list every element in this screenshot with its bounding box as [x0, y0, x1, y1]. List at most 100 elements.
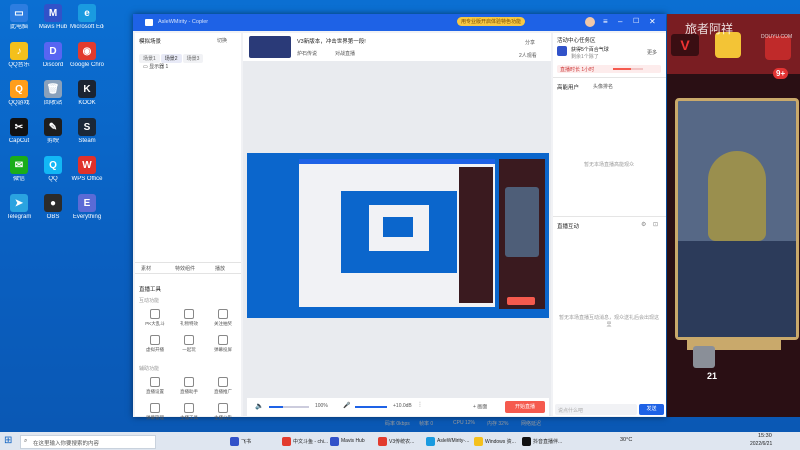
- close-icon[interactable]: ✕: [649, 17, 656, 26]
- tool-button[interactable]: 一起玩: [177, 335, 201, 353]
- desktop-icon[interactable]: ▭ 此电脑: [2, 4, 36, 31]
- desktop-icon-label: QQ: [48, 176, 58, 182]
- stream-title[interactable]: V3新版本，冲击世界第一段!: [297, 37, 366, 45]
- taskbar-app[interactable]: 中文斗鱼 - chi...: [282, 434, 328, 448]
- scene-item[interactable]: ▭ 显示器 1: [143, 63, 168, 70]
- tool-button[interactable]: 弹幕管理: [143, 403, 167, 421]
- tool-button[interactable]: PK大乱斗: [143, 309, 167, 327]
- desktop-icon[interactable]: S Steam: [70, 118, 104, 145]
- online-title: 高能用户: [557, 85, 580, 91]
- desktop-icon[interactable]: M Mavis Hub: [36, 4, 70, 31]
- desktop-icon[interactable]: 🗑 回收站: [36, 80, 70, 107]
- effects-button[interactable]: 特效组件: [175, 265, 195, 272]
- settings-icon[interactable]: ⚙: [641, 221, 646, 228]
- tool-button[interactable]: 弹幕投屏: [211, 335, 235, 353]
- desktop-icon[interactable]: ● OBS: [36, 194, 70, 221]
- tool-button[interactable]: 直播设置: [143, 377, 167, 395]
- app-icon: E: [78, 194, 96, 212]
- desktop-icon[interactable]: ✉ 微信: [2, 156, 36, 183]
- category-label[interactable]: 炉石传说: [297, 50, 317, 57]
- switch-button[interactable]: 切换: [217, 37, 227, 44]
- notification-badge: 9+: [773, 68, 789, 79]
- title-bar[interactable]: AsleWMirity - Copler 用专业版开启体验特色功能 ≡ – ☐ …: [133, 14, 666, 31]
- desktop-icon[interactable]: e Microsoft Edge: [70, 4, 104, 31]
- stream-cover[interactable]: [249, 36, 291, 58]
- menu-icon[interactable]: ≡: [603, 17, 608, 26]
- tool-button[interactable]: 主播工具: [177, 403, 201, 421]
- tool-icon: [218, 403, 228, 413]
- desktop-icon[interactable]: Q QQ: [36, 156, 70, 183]
- taskbar-app[interactable]: 抖音直播伴...: [522, 434, 562, 448]
- desktop-icon[interactable]: D Discord: [36, 42, 70, 69]
- desktop-icon[interactable]: K KOOK: [70, 80, 104, 107]
- tool-button[interactable]: 直播推广: [211, 377, 235, 395]
- room-label[interactable]: 对战直播: [335, 50, 355, 57]
- tool-button[interactable]: 虚拟开播: [143, 335, 167, 353]
- maximize-icon[interactable]: ☐: [633, 17, 639, 25]
- temperature[interactable]: 30°C: [620, 437, 632, 443]
- tab-scene-1[interactable]: 场景1: [139, 54, 160, 63]
- desktop-icon[interactable]: ✎ 剪映: [36, 118, 70, 145]
- online-tab[interactable]: 头像排名: [593, 83, 613, 90]
- tool-icon: [150, 377, 160, 387]
- interact-placeholder: 暂无本场直播互动消息，观众送礼后会出现这里: [559, 315, 660, 328]
- expand-icon[interactable]: ⊡: [653, 221, 658, 228]
- app-logo-icon: [145, 19, 153, 26]
- chat-input[interactable]: 说点什么吧: [555, 404, 637, 415]
- desktop-icon[interactable]: ♪ QQ音乐: [2, 42, 36, 69]
- tool-button[interactable]: 关注抽奖: [211, 309, 235, 327]
- stat-item: 码率 0kbps: [385, 421, 410, 427]
- desktop-icon[interactable]: ✂ CapCut: [2, 118, 36, 145]
- pro-notice[interactable]: 用专业版开启体验特色功能: [457, 17, 526, 26]
- taskbar-app[interactable]: Mavis Hub: [330, 434, 365, 448]
- start-live-button[interactable]: 开始直播: [505, 401, 545, 413]
- app-icon: M: [44, 4, 62, 22]
- mic-icon[interactable]: 🎤: [343, 402, 350, 409]
- desktop-icon[interactable]: E Everything: [70, 194, 104, 221]
- app-icon: 🗑: [44, 80, 62, 98]
- play-button[interactable]: 播放: [215, 265, 225, 272]
- taskbar-app[interactable]: 飞书: [230, 434, 251, 448]
- tab-scene-3[interactable]: 场景3: [182, 54, 204, 63]
- minimize-icon[interactable]: –: [618, 17, 622, 26]
- tool-label: 直播设置: [146, 389, 164, 394]
- app-icon: D: [44, 42, 62, 60]
- taskbar-app[interactable]: V3传统农...: [378, 434, 414, 448]
- taskbar-app[interactable]: Windows 资...: [474, 434, 516, 448]
- equalizer-icon[interactable]: ⫶: [419, 402, 421, 410]
- activity-text[interactable]: 获得5个百合气球: [571, 46, 609, 53]
- taskbar-app[interactable]: AsleWMirity-...: [426, 434, 469, 448]
- add-scene-button[interactable]: + 画面: [473, 403, 487, 410]
- clock-date[interactable]: 2022/6/21: [750, 441, 772, 447]
- game-logo-icon: V: [671, 34, 699, 56]
- send-button[interactable]: 发送: [639, 404, 664, 415]
- preview-canvas[interactable]: [247, 153, 549, 318]
- control-bar: 🔈 100% 🎤 +10.0dB ⫶ + 画面 开始直播: [247, 398, 549, 416]
- search-placeholder: 在这里输入你要搜索的内容: [33, 441, 100, 447]
- stat-item: 网络延迟: [521, 421, 542, 427]
- windows-start-icon[interactable]: ⊞: [4, 435, 12, 446]
- desktop-icon[interactable]: Q QQ游戏: [2, 80, 36, 107]
- speaker-icon[interactable]: 🔈: [255, 402, 264, 410]
- game-capture: V 9+ 旅者阿祥 DOUYU.COM 21: [667, 14, 800, 417]
- material-button[interactable]: 素材: [141, 265, 151, 272]
- tool-button[interactable]: 礼物特效: [177, 309, 201, 327]
- desktop-icon[interactable]: W WPS Office: [70, 156, 104, 183]
- clock-time[interactable]: 15:30: [758, 433, 772, 439]
- search-box[interactable]: ⌕ 在这里输入你要搜索的内容: [20, 435, 156, 449]
- mic-slider[interactable]: [355, 406, 387, 408]
- desktop-icon[interactable]: ◉ Google Chrome: [70, 42, 104, 69]
- more-button[interactable]: 更多: [647, 49, 657, 56]
- tool-button[interactable]: 直播助手: [177, 377, 201, 395]
- desktop-icon-label: 剪映: [46, 138, 59, 144]
- tab-scene-2[interactable]: 场景2: [160, 54, 182, 63]
- taskbar-app-icon: [230, 436, 239, 446]
- app-icon: ✎: [44, 118, 62, 136]
- avatar[interactable]: [585, 17, 595, 27]
- desktop-icon[interactable]: ➤ Telegram: [2, 194, 36, 221]
- tool-button[interactable]: 主播公告: [211, 403, 235, 421]
- tool-icon: [184, 403, 194, 413]
- share-button[interactable]: 分享: [525, 39, 535, 46]
- volume-slider[interactable]: [269, 406, 309, 408]
- tools-title: 直播工具: [139, 287, 162, 293]
